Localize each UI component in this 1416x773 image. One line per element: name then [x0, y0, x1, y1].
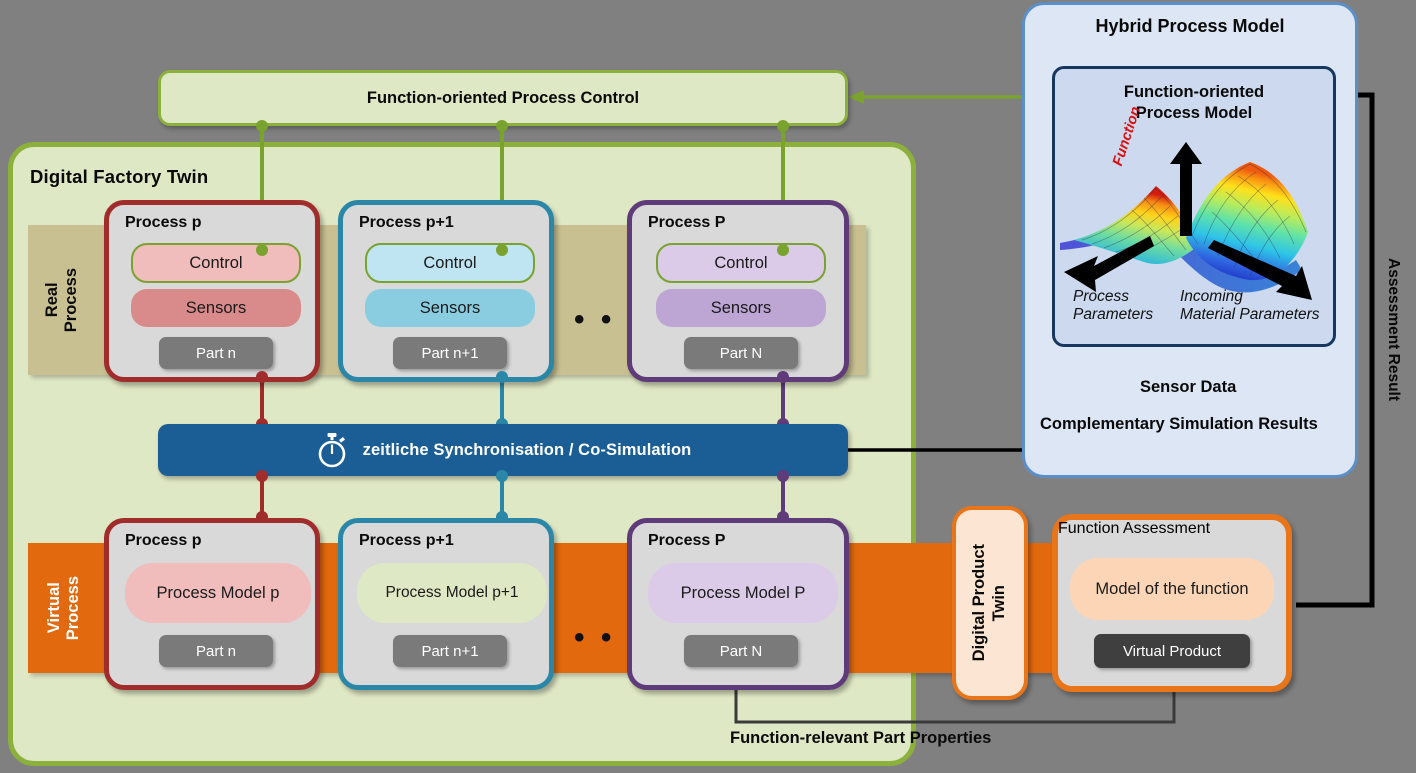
assessment-result-label: Assessment Result — [1378, 180, 1408, 480]
virtual-process-card-P[interactable]: Process P Process Model P Part N — [627, 518, 849, 690]
virtual-process-label-line1: Virtual — [45, 582, 64, 634]
control-link-dot-P-bottom — [777, 244, 789, 256]
incoming-material-parameters-axis-label: Incoming Material Parameters — [1180, 288, 1340, 324]
incoming-material-line1: Incoming — [1180, 288, 1243, 305]
real-process-label-line2: Process — [62, 267, 80, 333]
sync-dot-p1-real — [496, 371, 508, 383]
virtual-process-card-p1-model[interactable]: Process Model p+1 — [357, 563, 547, 623]
process-parameters-line1: Process — [1073, 288, 1129, 305]
function-relevant-part-properties-label: Function-relevant Part Properties — [730, 729, 992, 747]
sensor-data-label: Sensor Data — [1140, 378, 1237, 396]
virtual-process-label-line2: Process — [64, 575, 82, 641]
real-process-card-P-part[interactable]: Part N — [684, 337, 798, 369]
virtual-process-card-p-model[interactable]: Process Model p — [125, 563, 311, 623]
stopwatch-icon — [315, 432, 349, 468]
sync-dot-P-bar-bottom — [777, 470, 789, 482]
real-process-card-p-title: Process p — [125, 214, 202, 231]
real-process-card-P[interactable]: Process P Control Sensors Part N — [627, 200, 849, 382]
sync-dot-p1-bar-bottom — [496, 470, 508, 482]
virtual-process-card-p1-title: Process p+1 — [359, 532, 454, 549]
digital-factory-twin-title: Digital Factory Twin — [30, 166, 209, 187]
virtual-process-card-p-part[interactable]: Part n — [159, 635, 273, 667]
assessment-result-text: Assessment Result — [1385, 258, 1402, 402]
control-link-dot-p-top — [256, 120, 268, 132]
control-link-dot-p1-bottom — [496, 244, 508, 256]
virtual-process-label: Virtual Process — [28, 543, 100, 673]
function-assessment-card[interactable]: Function Assessment Model of the functio… — [1052, 514, 1292, 692]
function-assessment-model[interactable]: Model of the function — [1070, 558, 1274, 620]
virtual-process-card-p[interactable]: Process p Process Model p Part n — [104, 518, 320, 690]
virtual-process-card-P-part[interactable]: Part N — [684, 635, 798, 667]
real-process-card-p[interactable]: Process p Control Sensors Part n — [104, 200, 320, 382]
virtual-process-card-P-title: Process P — [648, 532, 726, 549]
control-link-dot-P-top — [777, 120, 789, 132]
digital-product-twin-box[interactable]: Digital Product Twin — [952, 506, 1028, 700]
real-process-label-line1: Real — [43, 282, 62, 318]
function-assessment-title: Function Assessment — [1058, 520, 1211, 537]
real-process-card-p1-title: Process p+1 — [359, 214, 454, 231]
hybrid-process-model-title: Hybrid Process Model — [1095, 16, 1285, 36]
diagram-canvas: Digital Factory Twin Real Process Virtua… — [0, 0, 1416, 773]
real-process-card-P-title: Process P — [648, 214, 726, 231]
real-process-card-p1[interactable]: Process p+1 Control Sensors Part n+1 — [338, 200, 554, 382]
control-link-dot-p1-top — [496, 120, 508, 132]
process-parameters-line2: Parameters — [1073, 305, 1154, 323]
process-parameters-axis-label: Process Parameters — [1073, 288, 1183, 324]
function-assessment-virtual-product[interactable]: Virtual Product — [1094, 634, 1250, 668]
real-process-card-p-control[interactable]: Control — [131, 243, 301, 283]
function-oriented-process-model-title: Function-oriented Process Model — [1052, 82, 1336, 123]
real-process-card-p1-part[interactable]: Part n+1 — [393, 337, 507, 369]
co-simulation-bar[interactable]: zeitliche Synchronisation / Co-Simulatio… — [158, 424, 848, 476]
function-oriented-process-control-bar[interactable]: Function-oriented Process Control — [158, 70, 848, 126]
sync-dot-P-real — [777, 371, 789, 383]
virtual-process-card-p-title: Process p — [125, 532, 202, 549]
real-process-card-P-sensors[interactable]: Sensors — [656, 289, 826, 327]
real-process-card-p-part[interactable]: Part n — [159, 337, 273, 369]
complementary-simulation-results-label: Complementary Simulation Results — [1040, 415, 1318, 433]
control-link-dot-p-bottom — [256, 244, 268, 256]
sync-dot-p-bar-bottom — [256, 470, 268, 482]
virtual-process-card-p1-part[interactable]: Part n+1 — [393, 635, 507, 667]
digital-product-twin-line2: Twin — [990, 584, 1008, 622]
co-simulation-label: zeitliche Synchronisation / Co-Simulatio… — [362, 440, 692, 459]
real-process-card-p1-control[interactable]: Control — [365, 243, 535, 283]
real-process-card-p-sensors[interactable]: Sensors — [131, 289, 301, 327]
digital-product-twin-line1: Digital Product — [970, 544, 989, 662]
real-process-card-P-control[interactable]: Control — [656, 243, 826, 283]
real-process-card-p1-sensors[interactable]: Sensors — [365, 289, 535, 327]
function-oriented-process-control-label: Function-oriented Process Control — [366, 88, 640, 107]
sync-dot-p-real — [256, 371, 268, 383]
real-process-label: Real Process — [28, 225, 96, 375]
fopm-title-line2: Process Model — [1135, 103, 1253, 122]
virtual-process-card-P-model[interactable]: Process Model P — [648, 563, 838, 623]
fopm-title-line1: Function-oriented — [1123, 83, 1265, 101]
incoming-material-line2: Material Parameters — [1180, 305, 1320, 323]
virtual-process-card-p1[interactable]: Process p+1 Process Model p+1 Part n+1 — [338, 518, 554, 690]
